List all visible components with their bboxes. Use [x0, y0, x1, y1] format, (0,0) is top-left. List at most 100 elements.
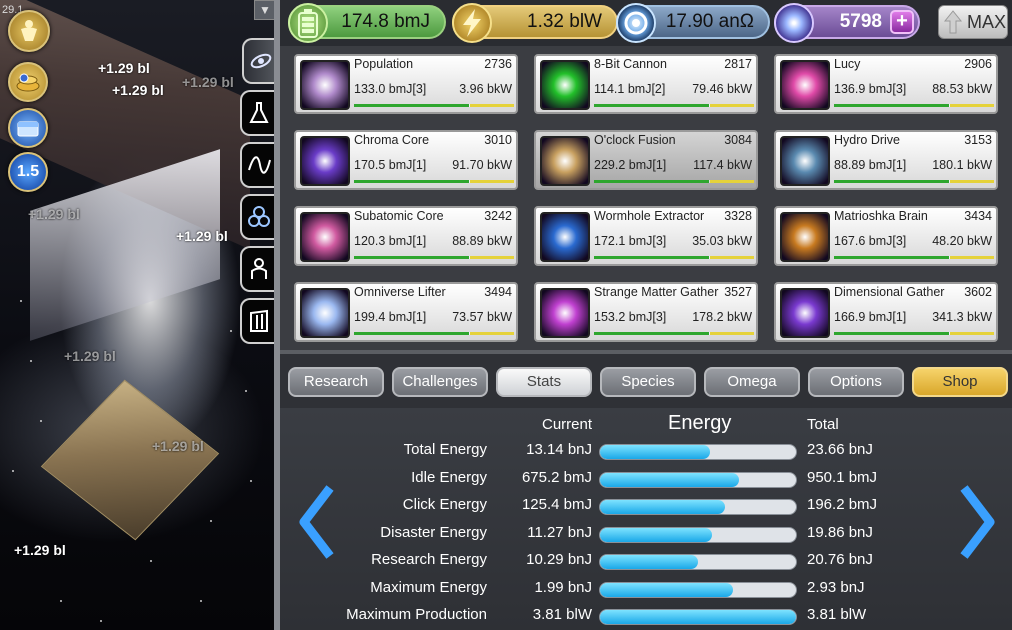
producer-card[interactable]: 8-Bit Cannon 2817 114.1 bmJ[2] 79.46 bkW [534, 54, 758, 114]
stat-row: Research Energy 10.29 bnJ 20.76 bnJ [280, 551, 1012, 573]
producer-icon [300, 136, 350, 186]
producer-progress-bar [594, 256, 754, 259]
floating-cube[interactable] [40, 379, 220, 541]
producer-level: 2906 [964, 57, 992, 71]
stat-progress-bar [599, 526, 797, 543]
producer-progress-bar [834, 256, 994, 259]
stat-label: Maximum Energy [370, 578, 487, 596]
stats-panel: Current Energy Total Total Energy 13.14 b… [280, 408, 1012, 630]
producer-production: 91.70 bkW [452, 158, 512, 172]
producer-card[interactable]: Lucy 2906 136.9 bmJ[3] 88.53 bkW [774, 54, 998, 114]
producer-production: 341.3 bkW [932, 310, 992, 324]
producer-progress-bar [354, 332, 514, 335]
tab-species[interactable] [240, 246, 276, 292]
producer-level: 3527 [724, 285, 752, 299]
plus-icon: + [896, 10, 908, 32]
tab-galaxy[interactable] [242, 38, 278, 84]
producer-progress-bar [594, 180, 754, 183]
producer-card[interactable]: Strange Matter Gather 3527 153.2 bmJ[3] 178… [534, 282, 758, 342]
producer-card[interactable]: O'clock Fusion 3084 229.2 bmJ[1] 117.4 bkW [534, 130, 758, 190]
producer-progress-bar [354, 104, 514, 107]
galaxy-icon [250, 53, 272, 69]
power-resource: 1.32 blW [452, 3, 618, 43]
producer-card[interactable]: Subatomic Core 3242 120.3 bmJ[1] 88.89 bkW [294, 206, 518, 266]
max-button[interactable]: MAX [938, 5, 1008, 39]
progress-marker [470, 104, 514, 107]
producer-card[interactable]: Chroma Core 3010 170.5 bmJ[1] 91.70 bkW [294, 130, 518, 190]
stat-current: 1.99 bnJ [534, 578, 592, 596]
tab-wave[interactable] [240, 142, 276, 188]
star [20, 300, 22, 302]
flask-icon [249, 102, 269, 123]
lightning-icon [452, 3, 492, 43]
producer-card[interactable]: Matrioshka Brain 3434 167.6 bmJ[3] 48.20 bk… [774, 206, 998, 266]
producer-name: Population [354, 57, 414, 71]
producer-progress-bar [834, 104, 994, 107]
producer-card[interactable]: Wormhole Extractor 3328 172.1 bmJ[3] 35.03 … [534, 206, 758, 266]
collapse-button[interactable]: ▼ [254, 0, 276, 20]
power-value: 1.32 blW [527, 11, 602, 32]
producer-card[interactable]: Population 2736 133.0 bmJ[3] 3.96 bkW [294, 54, 518, 114]
space-view[interactable]: 29.1 +1.29 bl +1.29 bl +1.29 bl +1.29 bl… [0, 0, 276, 630]
progress-fill [834, 180, 950, 183]
producer-icon [780, 136, 830, 186]
producer-name: Lucy [834, 57, 861, 71]
producer-name: Strange Matter Gather [594, 285, 719, 299]
producer-name: O'clock Fusion [594, 133, 676, 147]
tab-stats[interactable]: Stats [496, 367, 592, 397]
star [230, 330, 232, 332]
producer-icon [300, 60, 350, 110]
producer-production: 3.96 bkW [459, 82, 512, 96]
progress-marker [470, 256, 514, 259]
add-gems-button[interactable]: + [890, 10, 914, 34]
stat-label: Maximum Production [346, 606, 487, 623]
current-header: Current [542, 416, 593, 433]
stat-progress-bar [599, 471, 797, 488]
tab-gate[interactable] [240, 298, 276, 344]
producer-icon [300, 212, 350, 262]
tab-research-lab[interactable] [240, 90, 276, 136]
stat-total: 3.81 blW [807, 606, 867, 623]
stat-current: 10.29 bnJ [526, 551, 592, 568]
resource-bar: 174.8 bmJ 1.32 blW 17.90 anΩ 5798 + MAX [280, 0, 1012, 46]
coin-pile-button[interactable] [8, 62, 48, 102]
stat-total: 196.2 bmJ [807, 496, 878, 513]
golden-figure-button[interactable] [8, 10, 50, 52]
producer-icon [540, 288, 590, 338]
tab-challenges[interactable]: Challenges [392, 367, 488, 397]
tab-omega[interactable]: Omega [704, 367, 800, 397]
stat-progress-bar [599, 444, 797, 460]
gate-icon [250, 309, 268, 332]
floating-number: +1.29 bl [176, 228, 228, 244]
total-header: Total [807, 416, 839, 433]
stat-progress-fill [600, 610, 796, 624]
progress-marker [470, 180, 514, 183]
chest-button[interactable] [8, 108, 48, 148]
tab-options[interactable]: Options [808, 367, 904, 397]
tab-rings[interactable] [240, 194, 276, 240]
progress-marker [950, 180, 994, 183]
multiplier-button[interactable]: 1.5 [8, 152, 48, 192]
tab-species-nav[interactable]: Species [600, 367, 696, 397]
producer-card[interactable]: Omniverse Lifter 3494 199.4 bmJ[1] 73.57 bk… [294, 282, 518, 342]
producer-card[interactable]: Hydro Drive 3153 88.89 bmJ[1] 180.1 bkW [774, 130, 998, 190]
producer-cost: 114.1 bmJ[2] [594, 82, 666, 96]
floating-number: +1.29 bl [98, 60, 150, 76]
progress-fill [354, 256, 470, 259]
progress-marker [710, 180, 754, 183]
floating-number: +1.29 bl [182, 74, 234, 90]
stat-total: 20.76 bnJ [807, 551, 873, 568]
producer-icon [540, 212, 590, 262]
tab-shop[interactable]: Shop [912, 367, 1008, 397]
producer-progress-bar [354, 256, 514, 259]
producer-name: Subatomic Core [354, 209, 444, 223]
gem-orb-icon [774, 3, 814, 43]
tab-research[interactable]: Research [288, 367, 384, 397]
producer-level: 3242 [484, 209, 512, 223]
gems-resource: 5798 + [774, 3, 920, 43]
producer-card[interactable]: Dimensional Gather 3602 166.9 bmJ[1] 341.3 … [774, 282, 998, 342]
wave-icon [248, 156, 271, 174]
progress-fill [354, 104, 470, 107]
progress-fill [834, 104, 950, 107]
progress-marker [710, 332, 754, 335]
